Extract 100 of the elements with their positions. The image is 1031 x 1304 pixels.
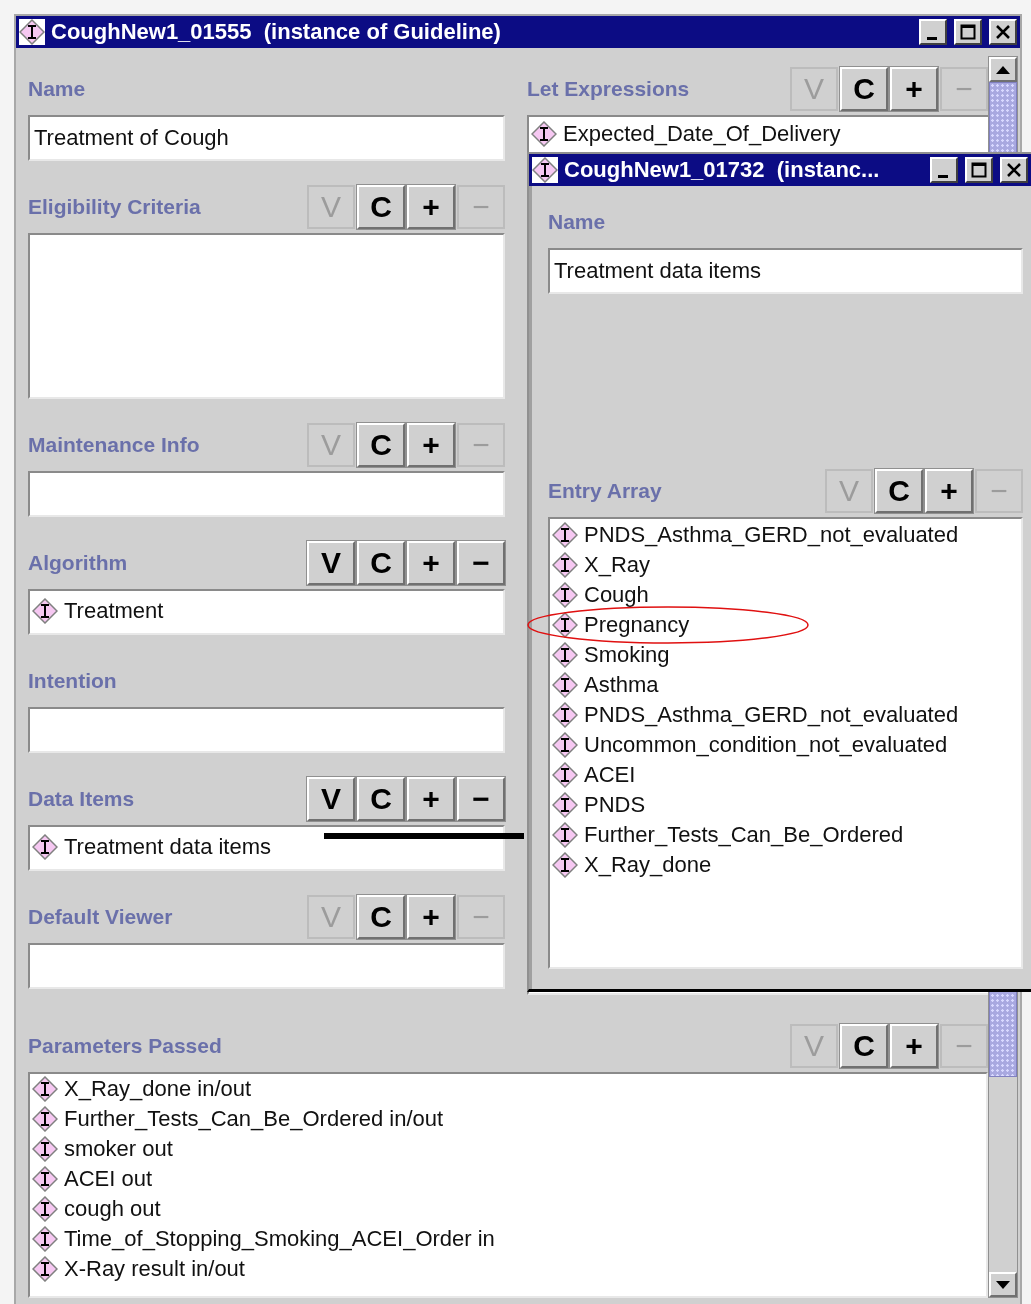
instance-icon (531, 121, 557, 147)
action-button[interactable]: C (357, 185, 405, 229)
list-item[interactable]: ACEI (552, 762, 1019, 788)
minimize-icon (937, 174, 948, 178)
minimize-button[interactable] (919, 19, 947, 45)
action-button[interactable]: C (357, 423, 405, 467)
instance-icon (32, 1076, 58, 1102)
list-item[interactable]: PNDS_Asthma_GERD_not_evaluated (552, 702, 1019, 728)
close-icon (995, 24, 1011, 40)
close-button[interactable] (989, 19, 1017, 45)
instance-icon (552, 552, 578, 578)
text-field[interactable] (28, 707, 505, 753)
action-button[interactable]: − (457, 541, 505, 585)
instance-icon (32, 1166, 58, 1192)
action-button[interactable]: + (407, 423, 455, 467)
field-label: Data Items (28, 787, 135, 811)
list-item[interactable]: Treatment (32, 598, 501, 624)
list-item[interactable]: Expected_Date_Of_Delivery (531, 121, 986, 147)
instance-icon (32, 1196, 58, 1222)
list-item[interactable]: Asthma (552, 672, 1019, 698)
maximize-button[interactable] (965, 157, 993, 183)
action-button[interactable]: − (457, 777, 505, 821)
list-item[interactable]: Further_Tests_Can_Be_Ordered (552, 822, 1019, 848)
instance-icon (552, 612, 578, 638)
action-button[interactable]: + (407, 895, 455, 939)
instance-icon (19, 19, 45, 45)
text-field[interactable]: Treatment data items (548, 248, 1023, 294)
instance-icon (552, 672, 578, 698)
list-box[interactable] (28, 471, 505, 517)
action-button[interactable]: V (307, 541, 355, 585)
list-item[interactable]: Uncommon_condition_not_evaluated (552, 732, 1019, 758)
field-label: Eligibility Criteria (28, 195, 201, 219)
field-label: Default Viewer (28, 905, 173, 929)
instance-icon (32, 1106, 58, 1132)
action-button[interactable]: + (407, 777, 455, 821)
action-button[interactable]: C (875, 469, 923, 513)
scroll-down-icon (996, 1280, 1010, 1289)
instance-icon (32, 1136, 58, 1162)
action-button[interactable]: C (357, 541, 405, 585)
list-item[interactable]: Further_Tests_Can_Be_Ordered in/out (32, 1106, 984, 1132)
list-item[interactable]: X_Ray_done (552, 852, 1019, 878)
action-button[interactable]: C (840, 67, 888, 111)
instance-icon (552, 822, 578, 848)
maximize-icon (971, 162, 987, 178)
instance-icon (552, 642, 578, 668)
field-label: Name (28, 77, 86, 101)
instance-icon (552, 702, 578, 728)
field-label: Algorithm (28, 551, 128, 575)
field-label: Let Expressions (527, 77, 690, 101)
list-item[interactable]: ACEI out (32, 1166, 984, 1192)
list-item[interactable]: X_Ray_done in/out (32, 1076, 984, 1102)
action-button[interactable]: + (890, 67, 938, 111)
action-button[interactable]: C (840, 1024, 888, 1068)
close-button[interactable] (1000, 157, 1028, 183)
instance-icon (32, 1226, 58, 1252)
window-title: CoughNew1_01555 (instance of Guideline) (51, 19, 502, 45)
list-item[interactable]: smoker out (32, 1136, 984, 1162)
instance-icon (552, 792, 578, 818)
list-box[interactable]: Treatment data items (28, 825, 505, 871)
maximize-icon (960, 24, 976, 40)
action-button[interactable]: + (407, 541, 455, 585)
list-item[interactable]: X_Ray (552, 552, 1019, 578)
instance-icon (552, 762, 578, 788)
instance-icon (552, 522, 578, 548)
list-item[interactable]: X-Ray result in/out (32, 1256, 984, 1282)
action-button[interactable]: V (307, 777, 355, 821)
list-item[interactable]: cough out (32, 1196, 984, 1222)
instance-icon (32, 1256, 58, 1282)
list-box[interactable]: X_Ray_done in/out Further_Tests_Can_Be_Ordered in/out smoker out ACEI out cough out Time_of_Stopping_Smoking_ACEI_Order in X-Ray result in/out (28, 1072, 988, 1298)
instance-icon (552, 732, 578, 758)
minimize-button[interactable] (930, 157, 958, 183)
list-item[interactable]: PNDS_Asthma_GERD_not_evaluated (552, 522, 1019, 548)
list-box[interactable]: Treatment (28, 589, 505, 635)
list-item[interactable]: Pregnancy (552, 612, 1019, 638)
action-button[interactable]: C (357, 777, 405, 821)
scroll-up-icon (996, 65, 1010, 74)
list-item[interactable]: Cough (552, 582, 1019, 608)
instance-icon (552, 582, 578, 608)
action-button[interactable]: C (357, 895, 405, 939)
action-button[interactable]: + (890, 1024, 938, 1068)
instance-icon (532, 157, 558, 183)
field-label: Entry Array (548, 479, 662, 503)
action-button[interactable]: + (407, 185, 455, 229)
window-title: CoughNew1_01732 (instanc... (564, 157, 881, 183)
field-label: Maintenance Info (28, 433, 200, 457)
field-label: Parameters Passed (28, 1034, 222, 1058)
field-label: Name (548, 210, 606, 234)
list-item[interactable]: Time_of_Stopping_Smoking_ACEI_Order in (32, 1226, 984, 1252)
instance-icon (32, 598, 58, 624)
maximize-button[interactable] (954, 19, 982, 45)
instance-icon (552, 852, 578, 878)
list-item[interactable]: PNDS (552, 792, 1019, 818)
instance-icon (32, 834, 58, 860)
list-item[interactable]: Smoking (552, 642, 1019, 668)
list-box[interactable]: PNDS_Asthma_GERD_not_evaluated X_Ray Cough Pregnancy Smoking Asthma PNDS_Asthma_GERD_not_evaluated Uncommon_condition_not_evaluated ACEI PNDS Further_Tests_Can_Be_Ordered X_Ray_done (548, 517, 1023, 969)
list-item[interactable]: Treatment data items (32, 834, 501, 860)
list-box[interactable] (28, 943, 505, 989)
close-icon (1006, 162, 1022, 178)
text-field[interactable]: Treatment of Cough (28, 115, 505, 161)
action-button[interactable]: + (925, 469, 973, 513)
